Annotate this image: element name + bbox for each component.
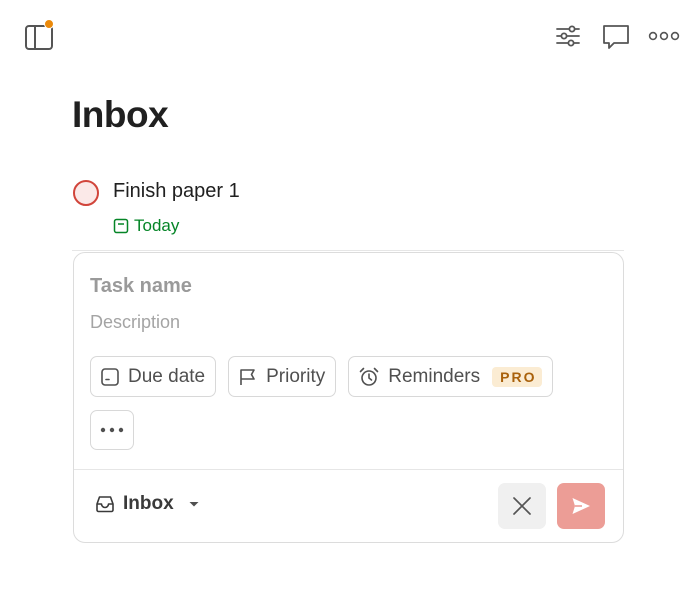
task-due-date[interactable]: Today xyxy=(113,216,179,236)
divider xyxy=(72,250,624,251)
more-horizontal-icon xyxy=(648,31,680,41)
priority-button[interactable]: Priority xyxy=(228,356,337,397)
top-actions xyxy=(550,18,682,54)
more-options-button[interactable] xyxy=(646,18,682,54)
calendar-icon xyxy=(113,218,129,234)
task-due-label: Today xyxy=(134,216,180,235)
due-date-button[interactable]: Due date xyxy=(90,356,217,397)
task-attribute-chips: Due date Priority Reminders PRO xyxy=(90,356,554,397)
description-input[interactable]: Description xyxy=(90,312,180,333)
alarm-clock-icon xyxy=(359,367,379,386)
more-horizontal-icon xyxy=(100,427,124,433)
divider xyxy=(74,469,623,470)
more-actions-button[interactable] xyxy=(90,410,134,450)
close-icon xyxy=(513,497,531,515)
top-bar xyxy=(0,0,700,72)
send-icon xyxy=(572,498,590,514)
cancel-button[interactable] xyxy=(498,483,546,529)
page-title: Inbox xyxy=(72,94,169,135)
task-complete-checkbox[interactable] xyxy=(73,180,99,206)
comments-button[interactable] xyxy=(598,18,634,54)
sidebar-toggle-button[interactable] xyxy=(22,19,58,55)
calendar-icon xyxy=(101,367,119,386)
task-name-input[interactable]: Task name xyxy=(90,275,192,298)
notification-dot xyxy=(44,19,54,29)
pro-badge: PRO xyxy=(492,366,543,387)
chevron-down-icon xyxy=(189,502,199,507)
project-name: Inbox xyxy=(123,493,174,514)
view-options-button[interactable] xyxy=(550,18,586,54)
comments-icon xyxy=(603,25,629,49)
flag-icon xyxy=(240,368,255,385)
reminders-button[interactable]: Reminders PRO xyxy=(348,356,554,397)
quick-add-task-editor: Task name Description Due date Priority … xyxy=(73,252,624,543)
task-title[interactable]: Finish paper 1 xyxy=(113,180,240,203)
project-picker[interactable]: Inbox xyxy=(94,493,203,515)
add-task-button[interactable] xyxy=(557,483,605,529)
reminders-label: Reminders xyxy=(388,365,481,387)
priority-label: Priority xyxy=(266,365,326,387)
view-options-icon xyxy=(556,25,580,47)
inbox-icon xyxy=(96,496,114,513)
due-date-label: Due date xyxy=(128,365,206,387)
